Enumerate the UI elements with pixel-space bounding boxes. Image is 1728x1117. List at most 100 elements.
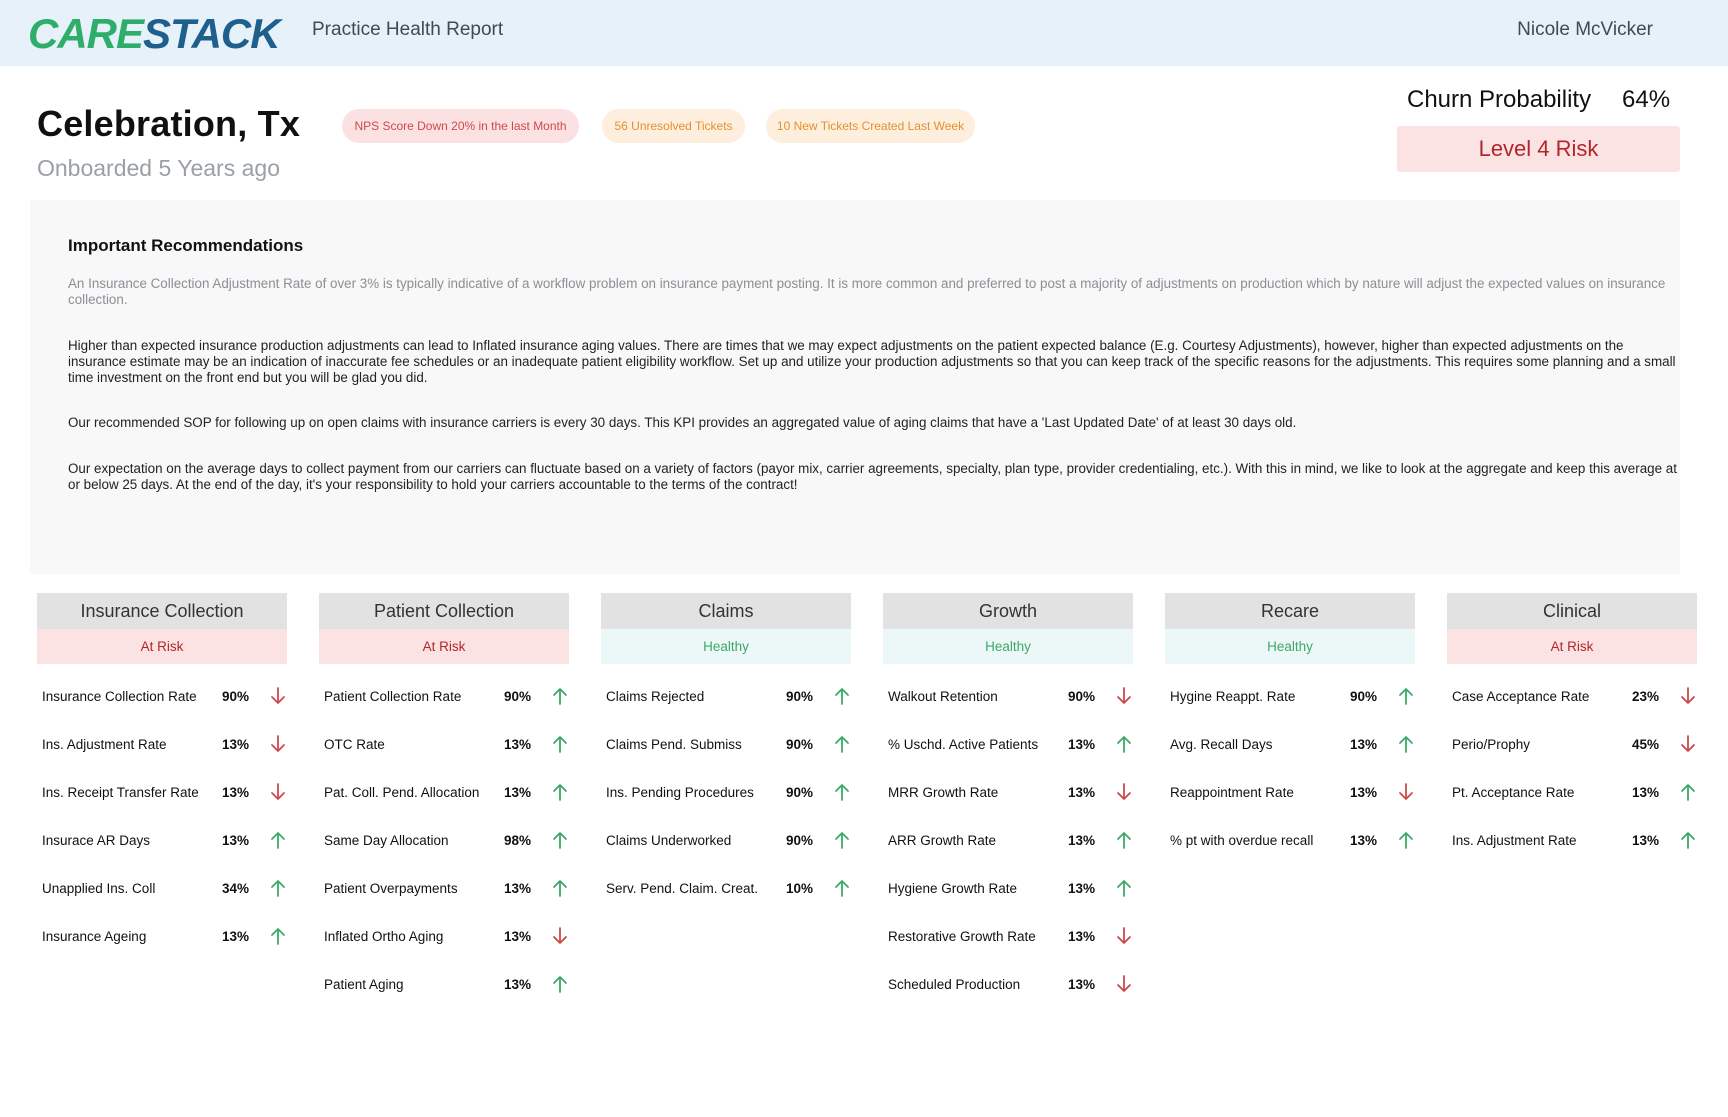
kpi-row[interactable]: Claims Rejected 90% — [601, 674, 851, 722]
kpi-row[interactable]: Case Acceptance Rate 23% — [1447, 674, 1697, 722]
kpi-row[interactable]: Claims Pend. Submiss 90% — [601, 722, 851, 770]
kpi-value: 90% — [222, 689, 250, 704]
kpi-value: 90% — [1068, 689, 1096, 704]
kpi-row[interactable]: Walkout Retention 90% — [883, 674, 1133, 722]
recommendation-paragraph: Our expectation on the average days to c… — [68, 461, 1677, 492]
kpi-column-claims: Claims Healthy Claims Rejected 90% Claims … — [601, 593, 851, 914]
kpi-label: Insurance Ageing — [42, 929, 147, 944]
carestack-logo[interactable]: CARESTACK — [28, 10, 286, 54]
kpi-row[interactable]: Avg. Recall Days 13% — [1165, 722, 1415, 770]
kpi-column-title[interactable]: Recare — [1165, 593, 1415, 629]
kpi-value: 13% — [504, 977, 532, 992]
alert-badge-new-tickets: 10 New Tickets Created Last Week — [766, 109, 975, 143]
kpi-row[interactable]: Ins. Pending Procedures 90% — [601, 770, 851, 818]
kpi-value: 13% — [1068, 977, 1096, 992]
kpi-row[interactable]: Insurace AR Days 13% — [37, 818, 287, 866]
kpi-value: 10% — [786, 881, 814, 896]
arrow-down-icon — [271, 735, 285, 752]
arrow-up-icon — [1681, 784, 1695, 801]
kpi-value: 45% — [1632, 737, 1660, 752]
kpi-value: 90% — [1350, 689, 1378, 704]
arrow-down-icon — [1117, 927, 1131, 944]
kpi-label: Claims Pend. Submiss — [606, 737, 742, 752]
kpi-row[interactable]: Inflated Ortho Aging 13% — [319, 914, 569, 962]
kpi-label: Patient Overpayments — [324, 881, 458, 896]
churn-probability-label: Churn Probability — [1407, 86, 1592, 113]
kpi-value: 13% — [504, 785, 532, 800]
kpi-row[interactable]: OTC Rate 13% — [319, 722, 569, 770]
kpi-row[interactable]: Ins. Adjustment Rate 13% — [1447, 818, 1697, 866]
kpi-value: 13% — [1068, 833, 1096, 848]
kpi-label: Hygiene Growth Rate — [888, 881, 1018, 896]
kpi-row[interactable]: Restorative Growth Rate 13% — [883, 914, 1133, 962]
kpi-row[interactable]: Patient Collection Rate 90% — [319, 674, 569, 722]
kpi-label: OTC Rate — [324, 737, 385, 752]
kpi-row[interactable]: Insurance Ageing 13% — [37, 914, 287, 962]
arrow-up-icon — [553, 880, 567, 897]
kpi-label: Pat. Coll. Pend. Allocation — [324, 785, 480, 800]
kpi-row[interactable]: Pt. Acceptance Rate 13% — [1447, 770, 1697, 818]
kpi-row[interactable]: Ins. Receipt Transfer Rate 13% — [37, 770, 287, 818]
kpi-label: Hygine Reappt. Rate — [1170, 689, 1296, 704]
user-name[interactable]: Nicole McVicker — [1517, 19, 1653, 41]
kpi-row[interactable]: Perio/Prophy 45% — [1447, 722, 1697, 770]
kpi-label: Perio/Prophy — [1452, 737, 1531, 752]
recommendation-paragraph: Higher than expected insurance productio… — [68, 338, 1676, 385]
arrow-up-icon — [1117, 832, 1131, 849]
kpi-row[interactable]: Serv. Pend. Claim. Creat. 10% — [601, 866, 851, 914]
arrow-up-icon — [553, 976, 567, 993]
kpi-column-title[interactable]: Growth — [883, 593, 1133, 629]
kpi-label: Serv. Pend. Claim. Creat. — [606, 881, 759, 896]
arrow-down-icon — [553, 927, 567, 944]
arrow-up-icon — [271, 880, 285, 897]
kpi-label: Claims Rejected — [606, 689, 705, 704]
kpi-row[interactable]: ARR Growth Rate 13% — [883, 818, 1133, 866]
kpi-label: Ins. Adjustment Rate — [42, 737, 167, 752]
arrow-down-icon — [1117, 975, 1131, 992]
kpi-value: 90% — [786, 833, 814, 848]
kpi-column-title[interactable]: Claims — [601, 593, 851, 629]
kpi-status-badge: At Risk — [37, 629, 287, 664]
top-bar: CARESTACK Practice Health Report Nicole … — [0, 0, 1728, 66]
kpi-row[interactable]: Same Day Allocation 98% — [319, 818, 569, 866]
onboarded-text: Onboarded 5 Years ago — [37, 155, 280, 181]
kpi-row[interactable]: Reappointment Rate 13% — [1165, 770, 1415, 818]
kpi-row[interactable]: Unapplied Ins. Coll 34% — [37, 866, 287, 914]
kpi-value: 13% — [504, 737, 532, 752]
kpi-column-clinical: Clinical At Risk Case Acceptance Rate 23%… — [1447, 593, 1697, 866]
arrow-up-icon — [1117, 880, 1131, 897]
kpi-column-title[interactable]: Clinical — [1447, 593, 1697, 629]
recommendation-paragraph: Our recommended SOP for following up on … — [68, 415, 1297, 430]
kpi-value: 13% — [1632, 785, 1660, 800]
kpi-status-badge: Healthy — [601, 629, 851, 664]
kpi-label: Case Acceptance Rate — [1452, 689, 1590, 704]
kpi-column-recare: Recare Healthy Hygine Reappt. Rate 90% Avg… — [1165, 593, 1415, 866]
kpi-value: 90% — [786, 737, 814, 752]
kpi-row[interactable]: Patient Overpayments 13% — [319, 866, 569, 914]
kpi-row-list: Case Acceptance Rate 23% Perio/Prophy 45% Pt… — [1447, 674, 1697, 866]
kpi-label: Same Day Allocation — [324, 833, 449, 848]
kpi-row[interactable]: Hygine Reappt. Rate 90% — [1165, 674, 1415, 722]
kpi-row[interactable]: Patient Aging 13% — [319, 962, 569, 1010]
arrow-up-icon — [835, 784, 849, 801]
kpi-row[interactable]: Pat. Coll. Pend. Allocation 13% — [319, 770, 569, 818]
arrow-up-icon — [271, 832, 285, 849]
kpi-row[interactable]: Claims Underworked 90% — [601, 818, 851, 866]
kpi-row[interactable]: Scheduled Production 13% — [883, 962, 1133, 1010]
kpi-row[interactable]: Insurance Collection Rate 90% — [37, 674, 287, 722]
kpi-row[interactable]: Ins. Adjustment Rate 13% — [37, 722, 287, 770]
churn-probability-value: 64% — [1622, 86, 1671, 113]
kpi-column-title[interactable]: Patient Collection — [319, 593, 569, 629]
kpi-row[interactable]: % Uschd. Active Patients 13% — [883, 722, 1133, 770]
kpi-label: Patient Collection Rate — [324, 689, 462, 704]
kpi-column-title[interactable]: Insurance Collection — [37, 593, 287, 629]
kpi-row[interactable]: Hygiene Growth Rate 13% — [883, 866, 1133, 914]
risk-level-badge: Level 4 Risk — [1397, 126, 1680, 172]
kpi-row[interactable]: MRR Growth Rate 13% — [883, 770, 1133, 818]
arrow-up-icon — [553, 736, 567, 753]
kpi-label: MRR Growth Rate — [888, 785, 999, 800]
kpi-value: 13% — [504, 881, 532, 896]
kpi-row-list: Claims Rejected 90% Claims Pend. Submiss 90… — [601, 674, 851, 914]
kpi-row[interactable]: % pt with overdue recall 13% — [1165, 818, 1415, 866]
kpi-value: 13% — [222, 833, 250, 848]
